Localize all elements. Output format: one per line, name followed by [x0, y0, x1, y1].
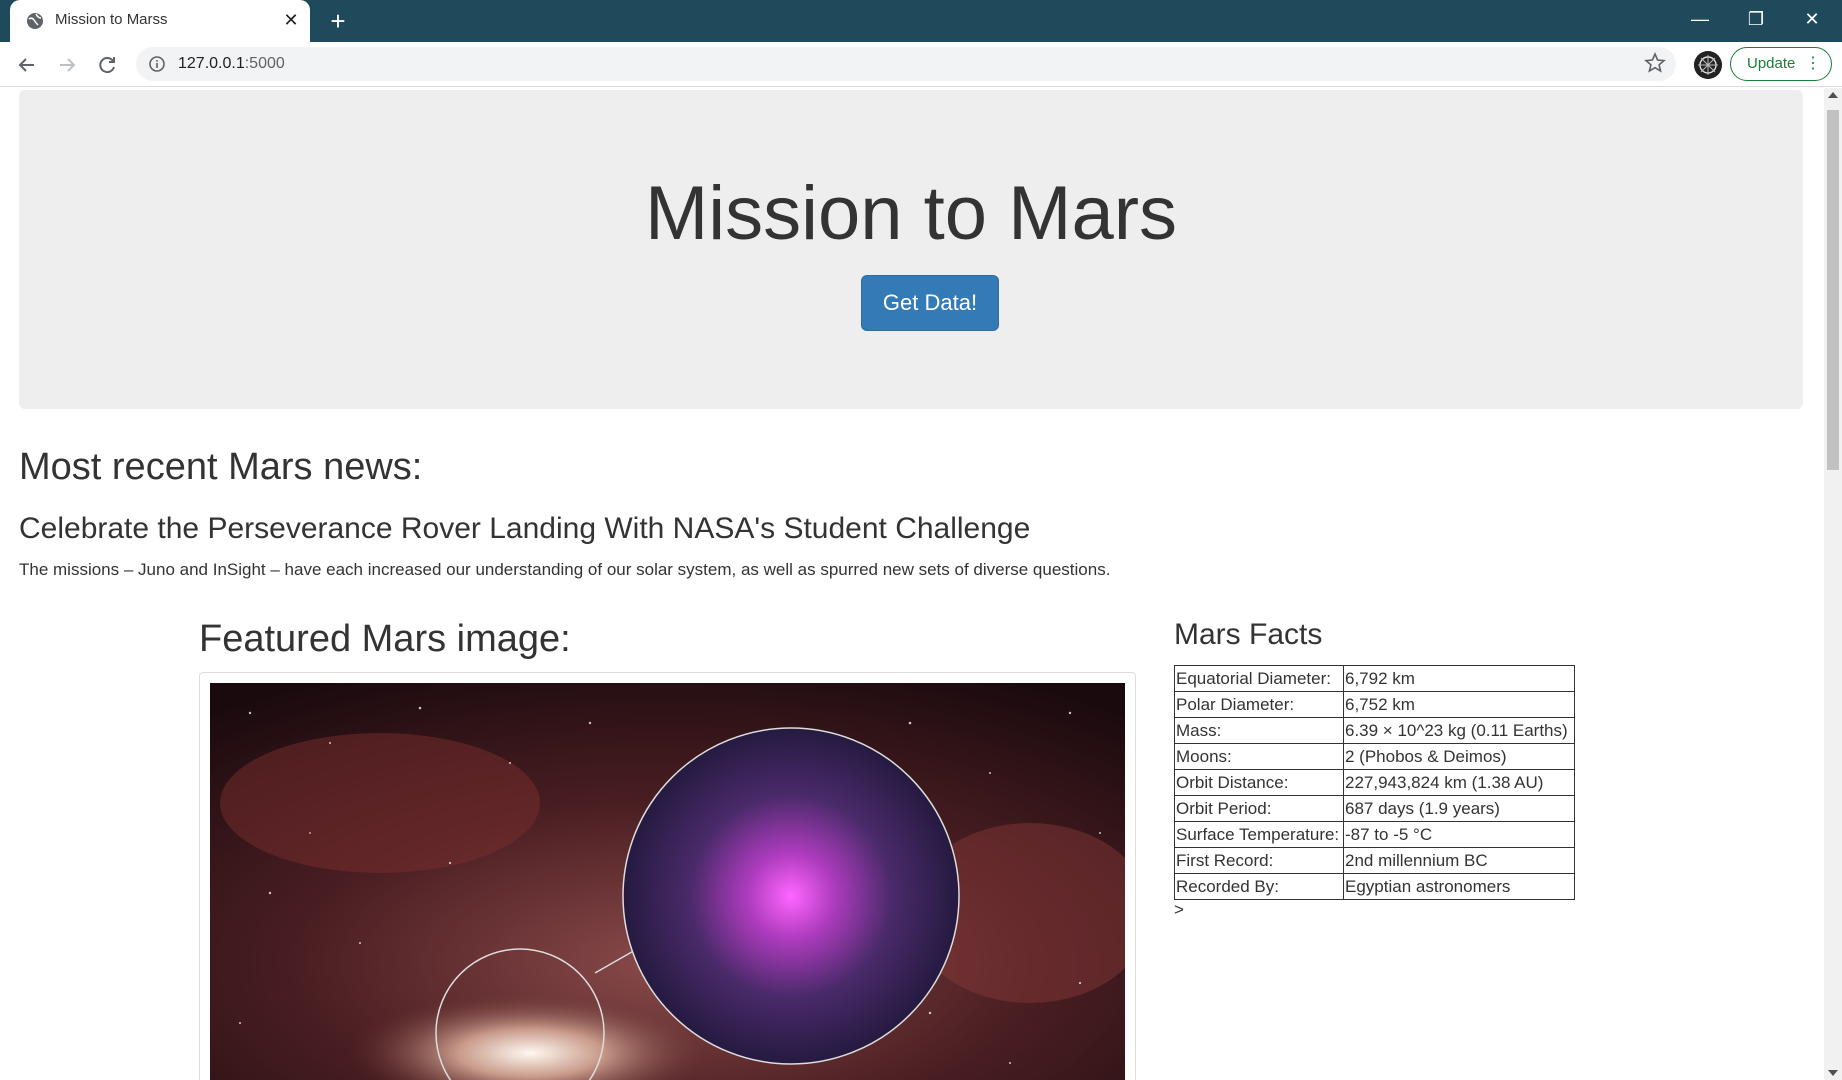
- fact-label: Mass:: [1174, 717, 1344, 744]
- featured-mars-image: [210, 683, 1125, 1080]
- fact-value: 2 (Phobos & Deimos): [1343, 743, 1575, 770]
- tab-strip: Mission to Marss ✕ + — ❐ ✕: [0, 0, 1842, 42]
- update-button[interactable]: Update ⋮: [1730, 47, 1832, 81]
- url-text: 127.0.0.1:5000: [178, 55, 285, 73]
- news-heading: Most recent Mars news:: [19, 446, 423, 488]
- fact-label: Moons:: [1174, 743, 1344, 770]
- browser-toolbar: 127.0.0.1:5000 Update ⋮: [0, 42, 1842, 87]
- more-vert-icon[interactable]: ⋮: [1805, 48, 1821, 80]
- table-row: Equatorial Diameter: 6,792 km: [1174, 665, 1575, 692]
- window-close-icon[interactable]: ✕: [1792, 6, 1832, 32]
- fact-value: 227,943,824 km (1.38 AU): [1343, 769, 1575, 796]
- url-port: :5000: [244, 55, 285, 72]
- globe-icon: [27, 13, 43, 29]
- close-icon[interactable]: ✕: [280, 9, 302, 31]
- featured-image-frame: [199, 672, 1136, 1080]
- restore-icon[interactable]: ❐: [1736, 6, 1776, 32]
- fact-value: 6,792 km: [1343, 665, 1575, 692]
- url-host: 127.0.0.1: [178, 55, 245, 72]
- table-row: Moons: 2 (Phobos & Deimos): [1174, 743, 1575, 770]
- scroll-down-icon[interactable]: [1828, 1070, 1838, 1076]
- scroll-up-icon[interactable]: [1828, 92, 1838, 98]
- fact-value: -87 to -5 °C: [1343, 821, 1575, 848]
- minimize-icon[interactable]: —: [1680, 6, 1720, 32]
- featured-image-heading: Featured Mars image:: [199, 618, 571, 660]
- jumbotron: Mission to Mars Get Data!: [19, 90, 1803, 409]
- fact-value: Egyptian astronomers: [1343, 873, 1575, 900]
- forward-arrow-icon[interactable]: [52, 50, 82, 80]
- plus-icon[interactable]: +: [325, 8, 351, 34]
- fact-value: 687 days (1.9 years): [1343, 795, 1575, 822]
- fact-label: Surface Temperature:: [1174, 821, 1344, 848]
- table-row: First Record: 2nd millennium BC: [1174, 847, 1575, 874]
- address-bar[interactable]: 127.0.0.1:5000: [136, 47, 1676, 81]
- mars-facts-table: Equatorial Diameter: 6,792 km Polar Diame…: [1174, 665, 1575, 900]
- update-label: Update: [1747, 55, 1796, 72]
- table-row: Surface Temperature: -87 to -5 °C: [1174, 821, 1575, 848]
- tab-title: Mission to Marss: [55, 11, 168, 28]
- table-row: Orbit Period: 687 days (1.9 years): [1174, 795, 1575, 822]
- news-title: Celebrate the Perseverance Rover Landing…: [19, 512, 1031, 545]
- fact-label: Recorded By:: [1174, 873, 1344, 900]
- fact-value: 6.39 × 10^23 kg (0.11 Earths): [1343, 717, 1575, 744]
- back-arrow-icon[interactable]: [12, 50, 42, 80]
- profile-avatar-icon[interactable]: [1694, 51, 1722, 79]
- table-row: Mass: 6.39 × 10^23 kg (0.11 Earths): [1174, 717, 1575, 744]
- table-row: Polar Diameter: 6,752 km: [1174, 691, 1575, 718]
- table-row: Recorded By: Egyptian astronomers: [1174, 873, 1575, 900]
- page-viewport: Mission to Mars Get Data! Most recent Ma…: [0, 88, 1824, 1080]
- browser-tab[interactable]: Mission to Marss ✕: [10, 0, 310, 42]
- fact-label: First Record:: [1174, 847, 1344, 874]
- star-icon[interactable]: [1642, 50, 1668, 76]
- get-data-button[interactable]: Get Data!: [861, 275, 999, 331]
- fact-label: Orbit Distance:: [1174, 769, 1344, 796]
- reload-icon[interactable]: [92, 50, 122, 80]
- mars-facts-heading: Mars Facts: [1174, 618, 1323, 651]
- page-title: Mission to Mars: [644, 171, 1178, 256]
- fact-label: Equatorial Diameter:: [1174, 665, 1344, 692]
- table-row: Orbit Distance: 227,943,824 km (1.38 AU): [1174, 769, 1575, 796]
- fact-label: Polar Diameter:: [1174, 691, 1344, 718]
- fact-value: 6,752 km: [1343, 691, 1575, 718]
- scroll-thumb[interactable]: [1827, 110, 1839, 470]
- fact-value: 2nd millennium BC: [1343, 847, 1575, 874]
- info-icon[interactable]: [148, 55, 166, 73]
- fact-label: Orbit Period:: [1174, 795, 1344, 822]
- vertical-scrollbar[interactable]: [1824, 88, 1842, 1080]
- news-paragraph: The missions – Juno and InSight – have e…: [19, 560, 1111, 579]
- trailing-text: >: [1174, 900, 1184, 919]
